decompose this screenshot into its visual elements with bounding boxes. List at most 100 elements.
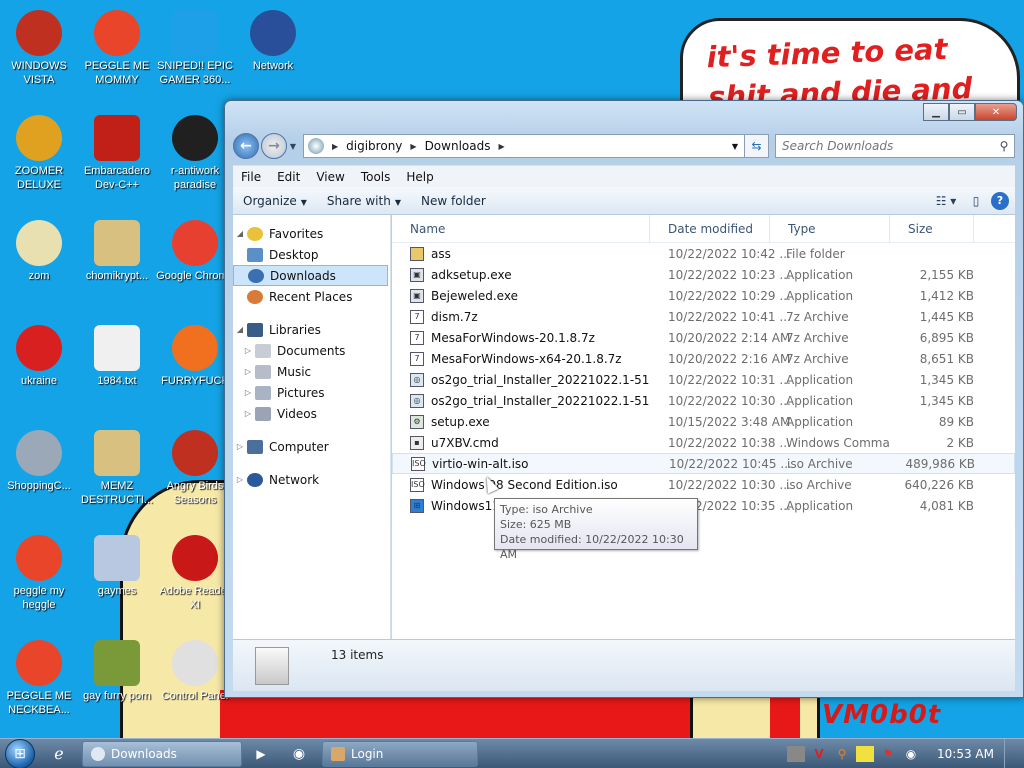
taskbar-downloads[interactable]: Downloads	[82, 740, 242, 767]
show-desktop-button[interactable]	[1004, 738, 1016, 768]
refresh-button[interactable]: ⇆	[745, 134, 769, 158]
file-row[interactable]: ⊞Windows11InstallationAssistant.exe10/22…	[392, 495, 1015, 516]
menu-file[interactable]: File	[233, 170, 269, 184]
collapsed-arrow-icon[interactable]: ▷	[241, 409, 255, 418]
desktop-icon-11[interactable]: 1984.txt	[78, 325, 156, 388]
file-name-cell[interactable]: ▣ adksetup.exe	[392, 267, 650, 282]
clock[interactable]: 10:53 AM	[937, 747, 994, 761]
column-size[interactable]: Size	[890, 215, 974, 242]
recent-pages-dropdown[interactable]: ▼	[287, 142, 299, 151]
expanded-arrow-icon[interactable]: ◢	[233, 229, 247, 238]
collapsed-arrow-icon[interactable]: ▷	[241, 367, 255, 376]
file-row[interactable]: ◎ os2go_trial_Installer_20221022.1-511062…	[392, 369, 1015, 390]
desktop-icon-15[interactable]: Angry Birds Seasons	[156, 430, 234, 507]
file-row[interactable]: 7 MesaForWindows-x64-20.1.8.7z 10/20/2022 …	[392, 348, 1015, 369]
address-dropdown-icon[interactable]: ▼	[726, 142, 744, 151]
taskbar-login[interactable]: Login	[322, 740, 478, 767]
file-name-cell[interactable]: ISO virtio-win-alt.iso	[393, 456, 651, 471]
breadcrumb-separator-icon[interactable]: ▶	[410, 142, 416, 151]
file-row[interactable]: ▪ u7XBV.cmd 10/22/2022 10:38 ... Windows Co…	[392, 432, 1015, 453]
file-row[interactable]: ISO virtio-win-alt.iso 10/22/2022 10:45 ..…	[392, 453, 1015, 474]
desktop-icon-5[interactable]: Embarcadero Dev-C++	[78, 115, 156, 192]
collapsed-arrow-icon[interactable]: ▷	[241, 346, 255, 355]
file-row[interactable]: ▣ Bejeweled.exe 10/22/2022 10:29 ... Applic…	[392, 285, 1015, 306]
file-row[interactable]: ass 10/22/2022 10:42 ... File folder	[392, 243, 1015, 264]
desktop-icon-3[interactable]: Network	[234, 10, 312, 73]
file-name-cell[interactable]: ▪ u7XBV.cmd	[392, 435, 650, 450]
share-with-button[interactable]: Share with ▼	[317, 194, 411, 208]
nav-music[interactable]: ▷ Music	[233, 361, 390, 382]
file-row[interactable]: ◎ os2go_trial_Installer_20221022.1-511062…	[392, 390, 1015, 411]
file-name-cell[interactable]: 7 dism.7z	[392, 309, 650, 324]
desktop-icon-17[interactable]: gaymes	[78, 535, 156, 598]
menu-edit[interactable]: Edit	[269, 170, 308, 184]
file-row[interactable]: 7 MesaForWindows-20.1.8.7z 10/20/2022 2:14…	[392, 327, 1015, 348]
expanded-arrow-icon[interactable]: ◢	[233, 325, 247, 334]
desktop-icon-14[interactable]: MEMZ DESTRUCTI...	[78, 430, 156, 507]
file-row[interactable]: 7 dism.7z 10/22/2022 10:41 ... 7z Archive 1,…	[392, 306, 1015, 327]
nav-pictures[interactable]: ▷ Pictures	[233, 382, 390, 403]
file-name-cell[interactable]: ISO Windows 98 Second Edition.iso	[392, 477, 650, 492]
nav-documents[interactable]: ▷ Documents	[233, 340, 390, 361]
chrome-taskbar-icon[interactable]: ◉	[280, 740, 318, 768]
search-input[interactable]	[782, 139, 994, 153]
start-button[interactable]: ⊞	[0, 738, 40, 768]
tray-v-icon[interactable]: V	[810, 746, 828, 762]
view-options-icon[interactable]: ☷ ▾	[931, 194, 961, 208]
file-name-cell[interactable]: ◎ os2go_trial_Installer_20221022.1-511062…	[392, 393, 650, 408]
desktop-icon-4[interactable]: ZOOMER DELUXE	[0, 115, 78, 192]
file-name-cell[interactable]: 7 MesaForWindows-20.1.8.7z	[392, 330, 650, 345]
file-name-cell[interactable]: ◎ os2go_trial_Installer_20221022.1-511062…	[392, 372, 650, 387]
desktop-icon-20[interactable]: gay furry porn	[78, 640, 156, 703]
tray-flag-icon[interactable]: ⚑	[879, 746, 897, 762]
file-name-cell[interactable]: ⚙ setup.exe	[392, 414, 650, 429]
nav-recent-places[interactable]: Recent Places	[233, 286, 390, 307]
breadcrumb-digibrony[interactable]: digibrony	[346, 139, 402, 153]
desktop-icon-7[interactable]: zom	[0, 220, 78, 283]
nav-libraries[interactable]: ◢ Libraries	[233, 319, 390, 340]
search-box[interactable]: ⚲	[775, 134, 1015, 158]
nav-network[interactable]: ▷ Network	[233, 469, 390, 490]
nav-videos[interactable]: ▷ Videos	[233, 403, 390, 424]
tray-search-icon[interactable]: ⚲	[833, 746, 851, 762]
nav-computer[interactable]: ▷ Computer	[233, 436, 390, 457]
desktop-icon-1[interactable]: PEGGLE ME MOMMY	[78, 10, 156, 87]
desktop-icon-2[interactable]: SNIPED!! EPIC GAMER 360...	[156, 10, 234, 87]
forward-button[interactable]: →	[261, 133, 287, 159]
tray-note-icon[interactable]	[856, 745, 875, 762]
desktop-icon-10[interactable]: ukraine	[0, 325, 78, 388]
file-name-cell[interactable]: ▣ Bejeweled.exe	[392, 288, 650, 303]
column-date-modified[interactable]: Date modified	[650, 215, 770, 242]
menu-view[interactable]: View	[308, 170, 352, 184]
minimize-button[interactable]: ▁	[923, 103, 949, 121]
breadcrumb-separator-icon[interactable]: ▶	[498, 142, 504, 151]
file-name-cell[interactable]: 7 MesaForWindows-x64-20.1.8.7z	[392, 351, 650, 366]
column-type[interactable]: Type	[770, 215, 890, 242]
desktop-icon-8[interactable]: chomikrypt...	[78, 220, 156, 283]
nav-favorites[interactable]: ◢ Favorites	[233, 223, 390, 244]
file-name-cell[interactable]: ass	[392, 246, 650, 261]
desktop-icon-0[interactable]: WINDOWS VISTA	[0, 10, 78, 87]
preview-pane-icon[interactable]: ▯	[961, 194, 991, 208]
collapsed-arrow-icon[interactable]: ▷	[233, 475, 247, 484]
close-button[interactable]: ✕	[975, 103, 1017, 121]
internet-explorer-icon[interactable]: ℯ	[40, 740, 78, 768]
collapsed-arrow-icon[interactable]: ▷	[241, 388, 255, 397]
search-icon[interactable]: ⚲	[994, 139, 1014, 153]
desktop-icon-12[interactable]: FURRYFUCK	[156, 325, 234, 388]
back-button[interactable]: ←	[233, 133, 259, 159]
column-name[interactable]: Name	[392, 215, 650, 242]
tray-app-icon[interactable]	[787, 745, 806, 762]
address-bar[interactable]: ▶ digibrony ▶ Downloads ▶ ▼	[303, 134, 745, 158]
breadcrumb-downloads[interactable]: Downloads	[425, 139, 491, 153]
help-icon[interactable]: ?	[991, 191, 1009, 210]
file-row[interactable]: ⚙ setup.exe 10/15/2022 3:48 AM Application 8…	[392, 411, 1015, 432]
nav-downloads[interactable]: Downloads	[233, 265, 388, 286]
desktop-icon-6[interactable]: r-antiwork paradise	[156, 115, 234, 192]
menu-help[interactable]: Help	[398, 170, 441, 184]
desktop-icon-9[interactable]: Google Chrome	[156, 220, 234, 283]
desktop-icon-19[interactable]: PEGGLE ME NECKBEA...	[0, 640, 78, 717]
file-row[interactable]: ▣ adksetup.exe 10/22/2022 10:23 ... Applica…	[392, 264, 1015, 285]
volume-icon[interactable]: ◉	[902, 746, 920, 762]
desktop-icon-16[interactable]: peggle my heggle	[0, 535, 78, 612]
